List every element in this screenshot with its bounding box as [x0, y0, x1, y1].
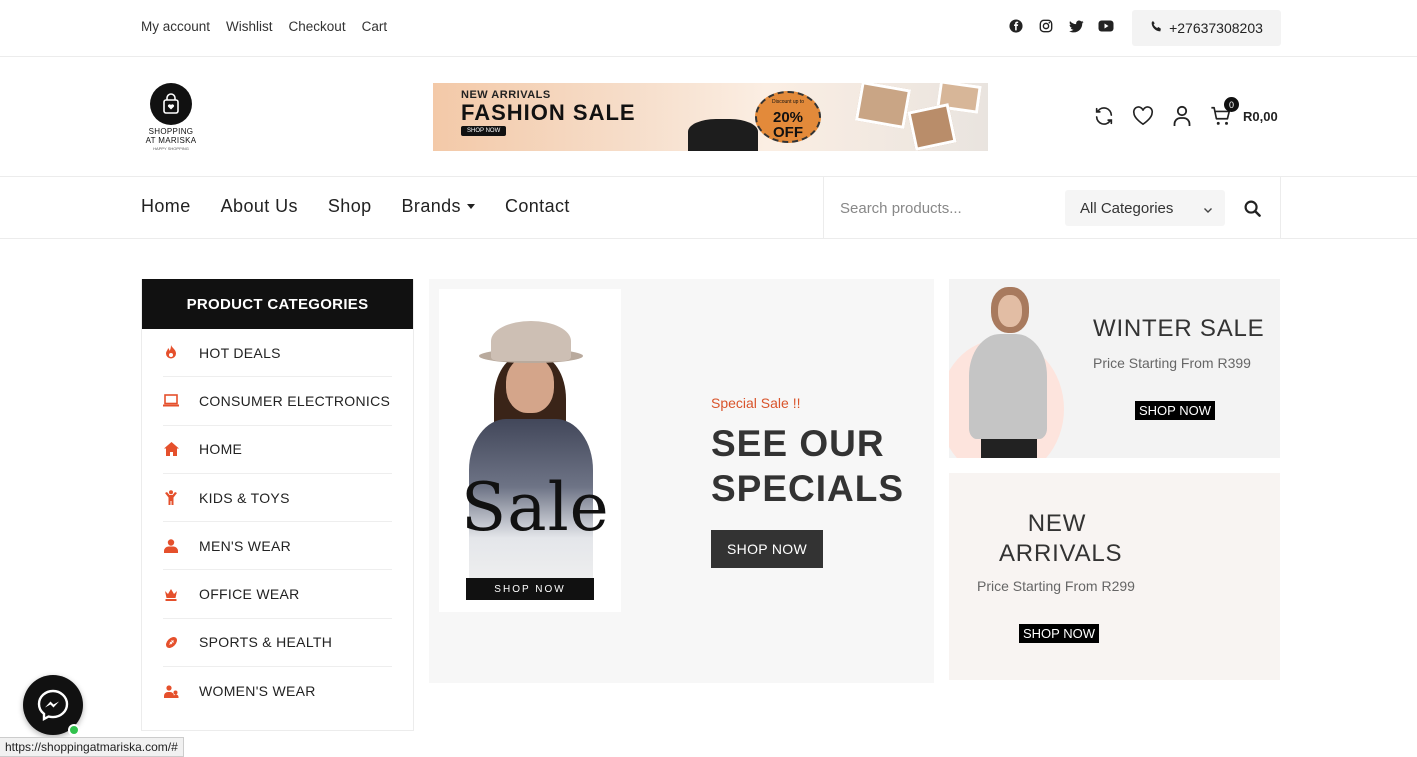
chevron-down-icon — [1203, 202, 1213, 219]
category-consumer-electronics[interactable]: CONSUMER ELECTRONICS — [163, 377, 392, 426]
nav-links: Home About Us Shop Brands Contact — [141, 196, 570, 217]
winter-sale-promo[interactable]: WINTER SALE Price Starting From R399 SHO… — [949, 279, 1280, 458]
hero-eyebrow: Special Sale !! — [711, 395, 801, 411]
women-icon — [163, 683, 179, 699]
category-select-value: All Categories — [1080, 199, 1174, 217]
category-label: CONSUMER ELECTRONICS — [199, 392, 391, 409]
cart-count-badge: 0 — [1224, 97, 1239, 112]
search-button[interactable] — [1241, 197, 1263, 219]
winter-sale-subtitle: Price Starting From R399 — [1093, 355, 1251, 371]
cart-icon[interactable]: 0 — [1210, 97, 1239, 127]
logo-tagline: HAPPY SHOPPING — [153, 146, 189, 151]
nav-home[interactable]: Home — [141, 196, 191, 217]
category-label: SPORTS & HEALTH — [199, 634, 333, 651]
twitter-icon[interactable] — [1068, 18, 1084, 34]
winter-sale-shop-button[interactable]: SHOP NOW — [1135, 401, 1215, 420]
flame-icon — [163, 345, 179, 361]
crown-icon — [163, 586, 179, 602]
logo-name: SHOPPING AT MARISKA — [145, 127, 197, 145]
sale-card-word: Sale — [461, 469, 610, 546]
youtube-icon[interactable] — [1098, 18, 1114, 34]
hero-title: SEE OUR SPECIALS — [711, 423, 905, 509]
category-label: HOME — [199, 441, 243, 458]
browser-status-url: https://shoppingatmariska.com/# — [0, 737, 184, 757]
site-logo[interactable]: SHOPPING AT MARISKA HAPPY SHOPPING — [141, 83, 201, 153]
category-label: HOT DEALS — [199, 344, 281, 361]
banner-photo — [907, 103, 957, 151]
category-home[interactable]: HOME — [163, 426, 392, 474]
category-womens-wear[interactable]: WOMEN'S WEAR — [163, 667, 392, 715]
cart-total[interactable]: R0,00 — [1243, 109, 1278, 124]
banner-discount-badge: Discount up to 20% OFF — [755, 91, 821, 143]
header-icons: 0 R0,00 — [1093, 97, 1278, 127]
site-header: SHOPPING AT MARISKA HAPPY SHOPPING NEW AR… — [0, 57, 1417, 177]
banner-shop-button[interactable]: SHOP NOW — [461, 126, 507, 136]
category-label: WOMEN'S WEAR — [199, 683, 316, 700]
messenger-icon — [37, 689, 69, 722]
banner-title: FASHION SALE — [461, 100, 636, 125]
category-label: OFFICE WEAR — [199, 586, 300, 603]
laptop-icon — [163, 393, 179, 409]
nav-about-us[interactable]: About Us — [221, 196, 298, 217]
man-icon — [163, 538, 179, 554]
wishlist-link[interactable]: Wishlist — [226, 19, 273, 34]
category-kids-toys[interactable]: KIDS & TOYS — [163, 474, 392, 523]
banner-photo — [854, 83, 912, 130]
nav-contact[interactable]: Contact — [505, 196, 570, 217]
social-links — [1008, 18, 1114, 34]
shopping-bag-logo-icon — [150, 83, 192, 125]
sale-card-shop-button[interactable]: SHOP NOW — [466, 578, 594, 600]
product-categories-sidebar: PRODUCT CATEGORIES HOT DEALS CONSUMER EL… — [141, 279, 414, 731]
top-links: My account Wishlist Checkout Cart — [141, 19, 387, 34]
model-face — [506, 357, 554, 413]
cart-link[interactable]: Cart — [362, 19, 388, 34]
account-user-icon[interactable] — [1171, 105, 1193, 127]
wishlist-heart-icon[interactable] — [1132, 105, 1154, 127]
category-office-wear[interactable]: OFFICE WEAR — [163, 570, 392, 619]
search-input[interactable] — [840, 193, 1060, 223]
category-hot-deals[interactable]: HOT DEALS — [163, 329, 392, 378]
phone-icon — [1150, 20, 1163, 36]
model-face — [998, 295, 1022, 327]
model-sweater — [969, 334, 1047, 439]
house-icon — [163, 441, 179, 457]
child-icon — [163, 490, 179, 506]
category-label: KIDS & TOYS — [199, 489, 290, 506]
main-nav: Home About Us Shop Brands Contact All Ca… — [0, 177, 1417, 239]
search-icon — [1244, 200, 1261, 217]
caret-down-icon — [466, 204, 475, 209]
model-hat — [491, 321, 571, 361]
category-list: HOT DEALS CONSUMER ELECTRONICS HOME KIDS… — [142, 329, 413, 715]
category-label: MEN'S WEAR — [199, 537, 292, 554]
phone-contact[interactable]: +27637308203 — [1132, 10, 1281, 46]
category-select[interactable]: All Categories — [1065, 190, 1225, 226]
facebook-icon[interactable] — [1008, 18, 1024, 34]
compare-icon[interactable] — [1093, 105, 1115, 127]
sale-card[interactable]: Sale SHOP NOW — [439, 289, 621, 612]
hero-banner: Sale SHOP NOW Special Sale !! SEE OUR SP… — [429, 279, 934, 683]
football-icon — [163, 634, 179, 650]
page: My account Wishlist Checkout Cart +27637… — [0, 0, 1417, 757]
nav-brands[interactable]: Brands — [402, 196, 475, 217]
nav-shop[interactable]: Shop — [328, 196, 372, 217]
checkout-link[interactable]: Checkout — [289, 19, 346, 34]
new-arrivals-title: NEW ARRIVALS — [999, 510, 1123, 567]
online-status-dot — [68, 724, 80, 736]
new-arrivals-subtitle: Price Starting From R299 — [977, 578, 1135, 594]
top-bar: My account Wishlist Checkout Cart +27637… — [0, 0, 1417, 57]
banner-shoe-image — [688, 119, 758, 151]
product-search: All Categories — [823, 177, 1281, 239]
phone-number: +27637308203 — [1169, 20, 1263, 36]
new-arrivals-shop-button[interactable]: SHOP NOW — [1019, 624, 1099, 643]
my-account-link[interactable]: My account — [141, 19, 210, 34]
nav-brands-label: Brands — [401, 196, 461, 216]
new-arrivals-promo[interactable]: NEW ARRIVALS Price Starting From R299 SH… — [949, 473, 1280, 680]
hero-shop-button[interactable]: SHOP NOW — [711, 530, 823, 568]
category-sports-health[interactable]: SPORTS & HEALTH — [163, 619, 392, 668]
winter-sale-title: WINTER SALE — [1093, 315, 1265, 342]
sidebar-title: PRODUCT CATEGORIES — [142, 279, 413, 329]
category-mens-wear[interactable]: MEN'S WEAR — [163, 522, 392, 571]
instagram-icon[interactable] — [1038, 18, 1054, 34]
fashion-sale-banner[interactable]: NEW ARRIVALS FASHION SALE SHOP NOW Disco… — [433, 83, 988, 151]
